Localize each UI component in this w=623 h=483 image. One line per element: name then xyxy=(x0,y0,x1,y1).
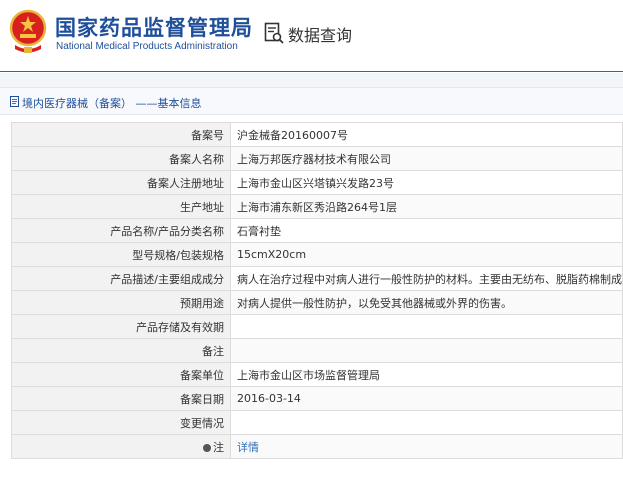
field-value: 2016-03-14 xyxy=(230,386,623,411)
field-label: 备案号 xyxy=(11,122,231,147)
header-band xyxy=(0,73,623,87)
table-row: 产品描述/主要组成成分 病人在治疗过程中对病人进行一般性防护的材料。主要由无纺布… xyxy=(11,266,623,291)
field-label: 产品名称/产品分类名称 xyxy=(11,218,231,243)
field-value xyxy=(230,410,623,435)
table-row: 型号规格/包装规格 15cmX20cm xyxy=(11,242,623,267)
field-label: 备注 xyxy=(11,338,231,363)
details-link[interactable]: 详情 xyxy=(237,441,259,454)
breadcrumb-text: 境内医疗器械（备案） ——基本信息 xyxy=(22,97,202,110)
table-row: 备注 xyxy=(11,338,623,363)
note-value-cell: 详情 xyxy=(230,434,623,459)
table-row: 备案人注册地址 上海市金山区兴塔镇兴发路23号 xyxy=(11,170,623,195)
table-row: 生产地址 上海市浦东新区秀沿路264号1层 xyxy=(11,194,623,219)
field-label: 型号规格/包装规格 xyxy=(11,242,231,267)
field-value: 15cmX20cm xyxy=(230,242,623,267)
table-row: 预期用途 对病人提供一般性防护，以免受其他器械或外界的伤害。 xyxy=(11,290,623,315)
field-label: 备案人名称 xyxy=(11,146,231,171)
table-row: 注 详情 xyxy=(11,434,623,459)
field-value xyxy=(230,338,623,363)
data-query-icon xyxy=(264,22,284,44)
field-label: 预期用途 xyxy=(11,290,231,315)
field-label: 变更情况 xyxy=(11,410,231,435)
record-table: 备案号 沪金械备20160007号 备案人名称 上海万邦医疗器材技术有限公司 备… xyxy=(11,122,623,459)
field-value: 上海市金山区兴塔镇兴发路23号 xyxy=(230,170,623,195)
field-value xyxy=(230,314,623,339)
field-label: 生产地址 xyxy=(11,194,231,219)
table-row: 备案人名称 上海万邦医疗器材技术有限公司 xyxy=(11,146,623,171)
note-label: 注 xyxy=(213,440,224,454)
field-value: 上海市浦东新区秀沿路264号1层 xyxy=(230,194,623,219)
site-header: 国家药品监督管理局 National Medical Products Admi… xyxy=(0,0,623,72)
agency-name-cn: 国家药品监督管理局 xyxy=(55,16,253,40)
field-value: 上海市金山区市场监督管理局 xyxy=(230,362,623,387)
field-value: 病人在治疗过程中对病人进行一般性防护的材料。主要由无纺布、脱脂药棉制成。 xyxy=(230,266,623,291)
table-row: 产品名称/产品分类名称 石膏衬垫 xyxy=(11,218,623,243)
field-value: 上海万邦医疗器材技术有限公司 xyxy=(230,146,623,171)
field-label: 备案日期 xyxy=(11,386,231,411)
agency-name-en: National Medical Products Administration xyxy=(56,41,238,52)
breadcrumb: 境内医疗器械（备案） ——基本信息 xyxy=(0,87,623,115)
field-label: 备案人注册地址 xyxy=(11,170,231,195)
note-label-cell: 注 xyxy=(11,434,231,459)
field-label: 产品描述/主要组成成分 xyxy=(11,266,231,291)
field-label: 备案单位 xyxy=(11,362,231,387)
table-row: 备案日期 2016-03-14 xyxy=(11,386,623,411)
table-row: 变更情况 xyxy=(11,410,623,435)
table-row: 备案号 沪金械备20160007号 xyxy=(11,122,623,147)
field-value: 对病人提供一般性防护，以免受其他器械或外界的伤害。 xyxy=(230,290,623,315)
field-label: 产品存储及有效期 xyxy=(11,314,231,339)
field-value: 沪金械备20160007号 xyxy=(230,122,623,147)
field-value: 石膏衬垫 xyxy=(230,218,623,243)
table-row: 备案单位 上海市金山区市场监督管理局 xyxy=(11,362,623,387)
national-emblem-icon xyxy=(9,9,47,53)
data-query-title: 数据查询 xyxy=(288,26,353,45)
note-dot-icon xyxy=(203,443,211,452)
table-row: 产品存储及有效期 xyxy=(11,314,623,339)
document-icon xyxy=(10,96,19,107)
